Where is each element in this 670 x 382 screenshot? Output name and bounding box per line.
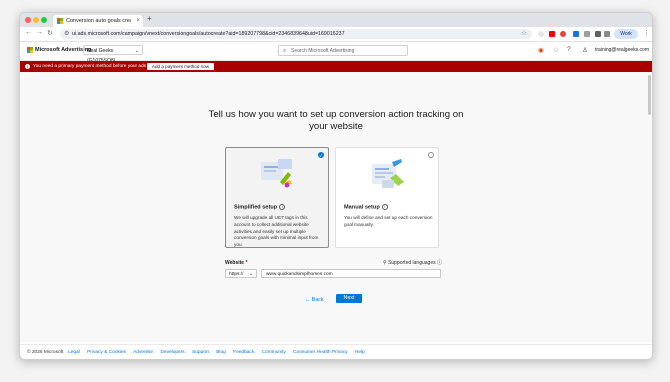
browser-toolbar: ← → ↻ ⚙ ui.ads.microsoft.com/campaign/vn… [20, 27, 652, 42]
profile-work-button[interactable]: Work [614, 29, 638, 39]
chevron-down-icon: ⌄ [248, 272, 253, 277]
payment-alert-banner: ! You need a primary payment method befo… [20, 61, 652, 72]
simplified-setup-illustration-icon [261, 159, 292, 188]
website-url-input[interactable]: www.quickandsimplhomes.com [261, 269, 441, 278]
option-title: Simplified setup i [234, 204, 286, 210]
new-tab-button[interactable]: + [147, 14, 152, 23]
info-icon[interactable]: ⓘ [437, 260, 442, 266]
back-arrow-icon: ← [305, 297, 311, 303]
option-card-simplified[interactable]: ✓ Simplified setup i We will upgrade all … [225, 147, 329, 248]
close-window-icon[interactable] [25, 17, 31, 23]
help-icon[interactable]: ? [567, 46, 571, 53]
page-title: Tell us how you want to set up conversio… [208, 109, 464, 132]
app-header: Microsoft Advertising Real Geeks (G1075S… [20, 42, 652, 64]
user-avatar-icon[interactable]: ♙ [582, 46, 588, 54]
tab-strip: Conversion auto goals creati × + [20, 13, 652, 27]
footer-link-blog[interactable]: Blog [216, 350, 226, 355]
puzzle-icon[interactable] [595, 31, 601, 37]
website-label: Website * [225, 260, 248, 266]
user-email[interactable]: training@realgeeks.com [595, 47, 649, 53]
back-button[interactable]: ← Back [305, 297, 324, 303]
footer-link-feedback[interactable]: Feedback [233, 350, 254, 355]
option-card-manual[interactable]: Manual setup i You will define and set up… [335, 147, 439, 248]
supported-languages-link[interactable]: ⚲ Supported languages ⓘ [383, 259, 442, 266]
chevron-down-icon: ⌄ [134, 48, 139, 54]
info-icon[interactable]: i [381, 204, 388, 210]
footer-link-support[interactable]: Support [192, 350, 209, 355]
search-icon: ⌕ [283, 48, 287, 54]
footer-link-privacy[interactable]: Privacy & Cookies [87, 350, 126, 355]
option-title: Manual setup i [344, 204, 388, 210]
footer-links: Legal Privacy & Cookies Advertise Develo… [68, 345, 371, 359]
forward-arrow-icon[interactable]: → [36, 29, 43, 36]
search-placeholder: Search Microsoft Advertising [291, 48, 355, 54]
maximize-window-icon[interactable] [41, 17, 47, 23]
footer-link-community[interactable]: Community [262, 350, 286, 355]
alert-message: You need a primary payment method before… [33, 64, 164, 69]
next-button[interactable]: Next [336, 294, 362, 303]
main-content: Tell us how you want to set up conversio… [20, 72, 652, 342]
address-bar[interactable]: ⚙ ui.ads.microsoft.com/campaign/vnext/co… [60, 29, 532, 39]
bookmark-star-icon[interactable]: ☆ [521, 29, 527, 39]
footer-link-health-privacy[interactable]: Consumer Health Privacy [293, 350, 347, 355]
profile-icon[interactable] [604, 31, 610, 37]
search-input[interactable]: ⌕ Search Microsoft Advertising [278, 45, 408, 56]
footer-link-help[interactable]: Help [355, 350, 365, 355]
extension-icon[interactable] [584, 31, 590, 37]
option-description: You will define and set up each conversi… [344, 215, 433, 227]
reload-icon[interactable]: ↻ [47, 29, 53, 37]
extension-icon[interactable] [560, 31, 566, 37]
manual-setup-illustration-icon [372, 159, 404, 188]
footer: © 2026 Microsoft Legal Privacy & Cookies… [20, 344, 652, 359]
radio-checked-icon[interactable]: ✓ [318, 152, 324, 158]
footer-link-legal[interactable]: Legal [68, 350, 80, 355]
protocol-dropdown[interactable]: https:// ⌄ [225, 269, 257, 278]
footer-link-developers[interactable]: Developers [160, 350, 184, 355]
youtube-icon[interactable] [549, 31, 555, 37]
minimize-window-icon[interactable] [33, 17, 39, 23]
notifications-bell-icon[interactable]: ♢ [553, 46, 559, 54]
extension-icon[interactable] [573, 31, 579, 37]
tab-title: Conversion auto goals creati [66, 18, 131, 24]
add-payment-method-button[interactable]: Add a payment method now [147, 63, 214, 70]
url-text[interactable]: ui.ads.microsoft.com/campaign/vnext/conv… [72, 29, 345, 39]
footer-link-advertise[interactable]: Advertise [133, 350, 153, 355]
browser-tab[interactable]: Conversion auto goals creati × [53, 15, 143, 27]
site-settings-icon[interactable]: ⚙ [64, 29, 69, 39]
radio-unchecked-icon[interactable] [428, 152, 434, 158]
option-description: We will upgrade all UET tags in this acc… [234, 215, 319, 248]
protocol-value: https:// [229, 272, 244, 277]
page-scrollbar[interactable] [648, 75, 651, 115]
microsoft-favicon-icon [57, 18, 63, 24]
back-arrow-icon[interactable]: ← [25, 29, 32, 36]
more-menu-icon[interactable]: ⋮ [643, 29, 650, 37]
copilot-icon[interactable]: ◉ [538, 46, 544, 54]
extension-icon[interactable] [538, 31, 544, 37]
microsoft-logo-icon [27, 47, 33, 53]
browser-window: Conversion auto goals creati × + ← → ↻ ⚙… [19, 12, 653, 360]
globe-icon: ⚲ [383, 260, 387, 266]
account-selector[interactable]: Real Geeks (G1075SQ8) ⌄ [83, 45, 143, 64]
copyright: © 2026 Microsoft [27, 350, 64, 355]
tab-close-icon[interactable]: × [136, 15, 140, 27]
warning-icon: ! [25, 64, 30, 69]
info-icon[interactable]: i [279, 204, 286, 210]
